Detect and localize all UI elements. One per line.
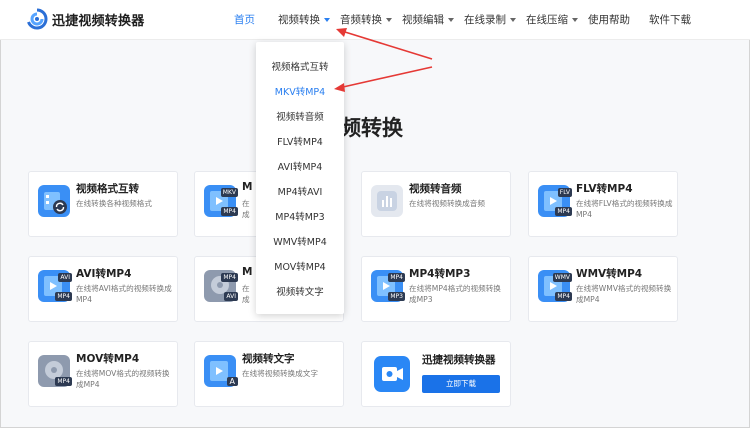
card-desc: 在线将WMV格式的视频转换成MP4 bbox=[576, 284, 672, 304]
dropdown-item[interactable]: 视频转文字 bbox=[256, 284, 344, 298]
dropdown-item[interactable]: MP4转MP3 bbox=[256, 209, 344, 223]
card-desc: 在线将MP4格式的视频转换成MP3 bbox=[409, 284, 501, 304]
video-convert-icon bbox=[38, 185, 70, 217]
nav-audio-convert[interactable]: 音频转换 bbox=[340, 12, 392, 27]
nav-home[interactable]: 首页 bbox=[234, 12, 255, 27]
nav-download[interactable]: 软件下载 bbox=[649, 12, 691, 27]
mp4-badge: MP4 bbox=[55, 292, 72, 301]
mp3-file-icon: MP4 MP3 bbox=[371, 270, 405, 302]
card-desc: 在线将视频转换成音频 bbox=[409, 199, 485, 208]
card-desc: 在线将AVI格式的视频转换成MP4 bbox=[76, 284, 172, 304]
brand-name[interactable]: 迅捷视频转换器 bbox=[52, 10, 144, 29]
card-flv-mp4[interactable]: FLV MP4 FLV转MP4 在线将FLV格式的视频转换成MP4 bbox=[528, 171, 678, 237]
card-title: WMV转MP4 bbox=[576, 268, 643, 280]
card-mov-mp4[interactable]: MP4 MOV转MP4 在线将MOV格式的视频转换成MP4 bbox=[28, 341, 178, 407]
card-title: MOV转MP4 bbox=[76, 353, 140, 365]
card-video-audio[interactable]: 视频转音频 在线将视频转换成音频 bbox=[361, 171, 511, 237]
dropdown-item-selected[interactable]: MKV转MP4 bbox=[256, 84, 344, 98]
download-now-button[interactable]: 立即下载 bbox=[422, 375, 500, 393]
mp4-badge: MP4 bbox=[388, 273, 405, 282]
chevron-down-icon bbox=[324, 18, 330, 22]
card-title: 视频格式互转 bbox=[76, 183, 139, 195]
chevron-down-icon bbox=[572, 18, 578, 22]
card-desc: 在线将MOV格式的视频转换成MP4 bbox=[76, 369, 170, 389]
card-title: MP4转MP3 bbox=[409, 268, 471, 280]
wmv-file-icon: WMV MP4 bbox=[538, 270, 572, 302]
promo-card: 迅捷视频转换器 立即下载 bbox=[361, 341, 511, 407]
avi-file-icon: AVI MP4 bbox=[38, 270, 72, 302]
mkv-file-icon: MKV MP4 bbox=[204, 185, 238, 217]
nav-video-edit[interactable]: 视频编辑 bbox=[402, 12, 454, 27]
dropdown-item[interactable]: WMV转MP4 bbox=[256, 234, 344, 248]
top-header: 迅捷视频转换器 首页 视频转换 音频转换 视频编辑 在线录制 在线压缩 使用帮助… bbox=[0, 0, 750, 40]
flv-file-icon: FLV MP4 bbox=[538, 185, 572, 217]
nav-online-record[interactable]: 在线录制 bbox=[464, 12, 516, 27]
audio-chart-icon bbox=[371, 185, 403, 217]
card-desc: 在线将FLV格式的视频转换成MP4 bbox=[576, 199, 673, 219]
mov-file-icon: MP4 bbox=[38, 355, 72, 387]
video-convert-dropdown: 视频格式互转 MKV转MP4 视频转音频 FLV转MP4 AVI转MP4 MP4… bbox=[256, 42, 344, 314]
card-video-text[interactable]: A 视频转文字 在线将视频转换成文字 bbox=[194, 341, 344, 407]
card-mp4-mp3[interactable]: MP4 MP3 MP4转MP3 在线将MP4格式的视频转换成MP3 bbox=[361, 256, 511, 322]
logo-icon[interactable] bbox=[26, 8, 48, 30]
dropdown-item[interactable]: AVI转MP4 bbox=[256, 159, 344, 173]
dropdown-item[interactable]: 视频转音频 bbox=[256, 109, 344, 123]
mp4-badge: MP4 bbox=[555, 207, 572, 216]
card-title: 视频转音频 bbox=[409, 183, 462, 195]
card-avi-mp4[interactable]: AVI MP4 AVI转MP4 在线将AVI格式的视频转换成MP4 bbox=[28, 256, 178, 322]
card-wmv-mp4[interactable]: WMV MP4 WMV转MP4 在线将WMV格式的视频转换成MP4 bbox=[528, 256, 678, 322]
chevron-down-icon bbox=[448, 18, 454, 22]
dropdown-item[interactable]: MP4转AVI bbox=[256, 184, 344, 198]
dropdown-item[interactable]: FLV转MP4 bbox=[256, 134, 344, 148]
card-title: 视频转文字 bbox=[242, 353, 295, 365]
chevron-down-icon bbox=[386, 18, 392, 22]
dropdown-item[interactable]: 视频格式互转 bbox=[256, 59, 344, 73]
mp4-badge: MP4 bbox=[555, 292, 572, 301]
card-desc: 在线将视频转换成文字 bbox=[242, 369, 318, 378]
nav-online-compress[interactable]: 在线压缩 bbox=[526, 12, 578, 27]
card-video-format[interactable]: 视频格式互转 在线转换各种视频格式 bbox=[28, 171, 178, 237]
card-title: FLV转MP4 bbox=[576, 183, 633, 195]
mp4-avi-icon: MP4 AVI bbox=[204, 270, 238, 302]
card-title: AVI转MP4 bbox=[76, 268, 132, 280]
video-text-icon: A bbox=[204, 355, 238, 387]
section-title: 频转换 bbox=[340, 116, 403, 140]
promo-title: 迅捷视频转换器 bbox=[422, 354, 496, 366]
mp4-badge: MP4 bbox=[221, 273, 238, 282]
card-title: M bbox=[242, 181, 253, 193]
app-logo-icon bbox=[374, 356, 410, 392]
nav-help[interactable]: 使用帮助 bbox=[588, 12, 630, 27]
nav-video-convert[interactable]: 视频转换 bbox=[278, 12, 330, 27]
card-desc: 在线转换各种视频格式 bbox=[76, 199, 152, 208]
card-title: M bbox=[242, 266, 253, 278]
chevron-down-icon bbox=[510, 18, 516, 22]
dropdown-item[interactable]: MOV转MP4 bbox=[256, 259, 344, 273]
mp4-badge: MP4 bbox=[221, 207, 238, 216]
